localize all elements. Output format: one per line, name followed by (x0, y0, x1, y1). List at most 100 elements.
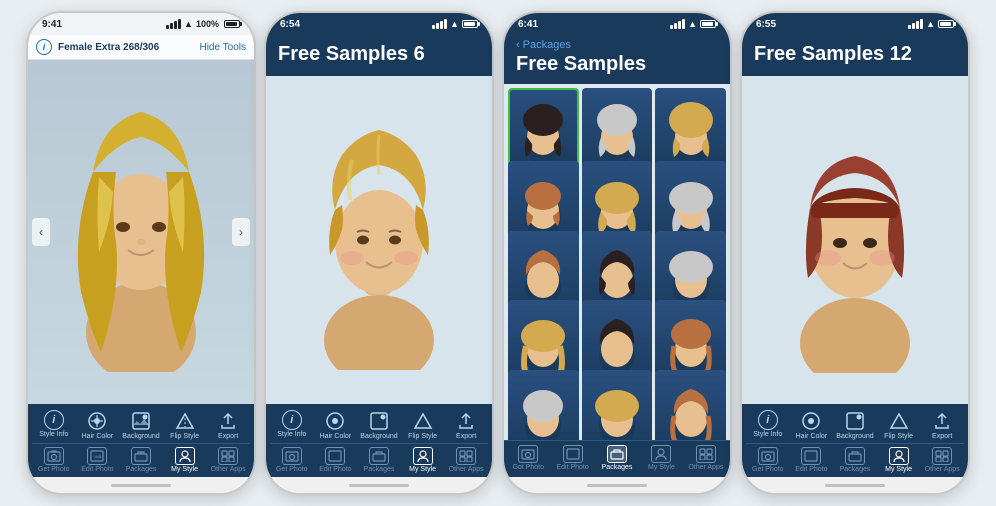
back-nav[interactable]: ‹ Packages (516, 39, 718, 51)
nav-arrow-left[interactable]: ‹ (32, 218, 50, 246)
back-label: Packages (523, 39, 571, 51)
signal-bars-3 (670, 19, 685, 29)
signal-bars-4 (908, 19, 923, 29)
header-3: ‹ Packages Free Samples (504, 35, 730, 84)
signal-bars-2 (432, 19, 447, 29)
phone-3: 6:41 ▲ ‹ Packages Free Samples (502, 11, 732, 495)
battery-icon-4 (938, 20, 954, 28)
background-btn[interactable]: Background (119, 410, 163, 441)
time-2: 6:54 (280, 19, 300, 30)
grid-item-15[interactable]: 15 (655, 370, 726, 440)
status-icons-4: ▲ (908, 19, 954, 29)
home-indicator-4 (742, 477, 968, 493)
tab-get-photo-4[interactable]: Get Photo (746, 447, 790, 473)
flip-style-btn[interactable]: Flip Style (163, 410, 207, 441)
battery-icon-2 (462, 20, 478, 28)
style-info-btn[interactable]: i Style Info (32, 410, 76, 441)
wifi-4: ▲ (926, 19, 935, 29)
status-icons-3: ▲ (670, 19, 716, 29)
toolbar-1: i Style Info Hair Color Background (28, 404, 254, 477)
header-4: Free Samples 12 (742, 35, 968, 76)
header-2: Free Samples 6 (266, 35, 492, 76)
tab-get-photo-1[interactable]: Get Photo (32, 447, 76, 473)
screen-4: Free Samples 12 (742, 35, 968, 477)
tab-other-apps-3[interactable]: Other Apps (684, 445, 728, 471)
tab-get-photo-2[interactable]: Get Photo (270, 447, 314, 473)
tab-edit-photo-3[interactable]: Edit Photo (550, 445, 594, 471)
tab-other-apps-2[interactable]: Other Apps (444, 447, 488, 473)
home-indicator-1 (28, 477, 254, 493)
tab-got-photo-3[interactable]: Got Photo (506, 445, 550, 471)
tab-edit-photo-2[interactable]: Edit Photo (314, 447, 358, 473)
woman-illustration-4 (778, 108, 933, 373)
grid-item-14[interactable]: 14 (582, 370, 653, 440)
header-1: i Female Extra 268/306 Hide Tools (28, 35, 254, 60)
status-icons-1: ▲ 100% (166, 19, 240, 29)
signal-bars-1 (166, 19, 181, 29)
hair-color-btn-4[interactable]: Hair Color (790, 410, 834, 441)
tab-packages-2[interactable]: Packages (357, 447, 401, 473)
time-3: 6:41 (518, 19, 538, 30)
toolbar-2: i Style Info Hair Color Background Flip … (266, 404, 492, 477)
home-indicator-3 (504, 477, 730, 493)
tab-other-apps-1[interactable]: Other Apps (206, 447, 250, 473)
status-bar-4: 6:55 ▲ (742, 13, 968, 35)
page-title-4: Free Samples 12 (754, 43, 956, 66)
wifi-2: ▲ (450, 19, 459, 29)
status-icons-2: ▲ (432, 19, 478, 29)
style-info-btn-4[interactable]: i Style Info (746, 410, 790, 441)
home-indicator-2 (266, 477, 492, 493)
woman-illustration-1 (61, 92, 221, 372)
status-bar-3: 6:41 ▲ (504, 13, 730, 35)
wifi-1: ▲ (184, 19, 193, 29)
tab-other-apps-4[interactable]: Other Apps (920, 447, 964, 473)
export-btn-2[interactable]: Export (444, 410, 488, 441)
tab-my-style-2[interactable]: My Style (401, 447, 445, 473)
grid-item-13[interactable]: 13 (508, 370, 579, 440)
screen-1: i Female Extra 268/306 Hide Tools (28, 35, 254, 477)
status-bar-1: 9:41 ▲ 100% (28, 13, 254, 35)
nav-arrow-right[interactable]: › (232, 218, 250, 246)
tab-my-style-3[interactable]: My Style (639, 445, 683, 471)
flip-style-btn-4[interactable]: Flip Style (877, 410, 921, 441)
background-btn-4[interactable]: Background (833, 410, 877, 441)
battery-text-1: 100% (196, 19, 219, 29)
photo-area-2 (266, 76, 492, 404)
page-title-3: Free Samples (516, 53, 718, 76)
export-btn[interactable]: Export (206, 410, 250, 441)
tab-edit-photo-1[interactable]: Edit Photo (76, 447, 120, 473)
battery-icon-1 (224, 20, 240, 28)
export-btn-4[interactable]: Export (920, 410, 964, 441)
tab-bar-3: Got Photo Edit Photo Packages My Style O… (504, 440, 730, 477)
tab-packages-1[interactable]: Packages (119, 447, 163, 473)
back-chevron: ‹ (516, 39, 520, 51)
screenshots-container: 9:41 ▲ 100% i Female Extra 268/306 Hide … (16, 1, 980, 505)
status-bar-2: 6:54 ▲ (266, 13, 492, 35)
style-info-btn-2[interactable]: i Style Info (270, 410, 314, 441)
screen-2: Free Samples 6 (266, 35, 492, 477)
phone-4: 6:55 ▲ Free Samples 12 (740, 11, 970, 495)
photo-area-1: ‹ › (28, 60, 254, 404)
info-icon-1[interactable]: i (36, 39, 52, 55)
time-4: 6:55 (756, 19, 776, 30)
tab-my-style-1[interactable]: My Style (163, 447, 207, 473)
battery-icon-3 (700, 20, 716, 28)
phone-1: 9:41 ▲ 100% i Female Extra 268/306 Hide … (26, 11, 256, 495)
screen-3: ‹ Packages Free Samples 1 2 3 (504, 35, 730, 477)
tab-my-style-4[interactable]: My Style (877, 447, 921, 473)
page-title-2: Free Samples 6 (278, 43, 480, 66)
hide-tools-btn[interactable]: Hide Tools (199, 42, 246, 53)
tab-packages-4[interactable]: Packages (833, 447, 877, 473)
woman-illustration-2 (302, 110, 457, 370)
phone-2: 6:54 ▲ Free Samples 6 (264, 11, 494, 495)
tab-packages-3[interactable]: Packages (595, 445, 639, 471)
header-title-1: Female Extra 268/306 (58, 42, 193, 53)
hair-color-btn[interactable]: Hair Color (76, 410, 120, 441)
tab-edit-photo-4[interactable]: Edit Photo (790, 447, 834, 473)
hair-color-btn-2[interactable]: Hair Color (314, 410, 358, 441)
photo-area-4 (742, 76, 968, 404)
flip-style-btn-2[interactable]: Flip Style (401, 410, 445, 441)
time-1: 9:41 (42, 19, 62, 30)
background-btn-2[interactable]: Background (357, 410, 401, 441)
wifi-3: ▲ (688, 19, 697, 29)
